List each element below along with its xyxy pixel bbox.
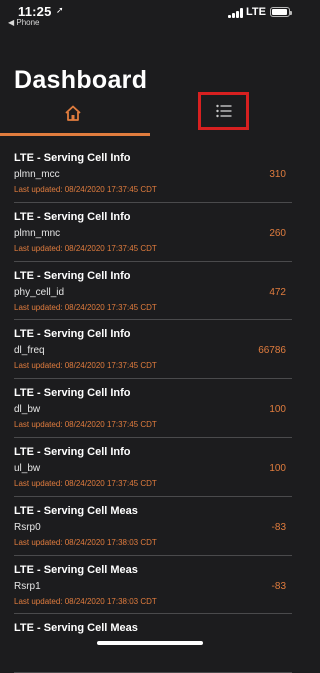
list-item[interactable]: LTE - Serving Cell Info dl_bw Last updat… [14,379,292,438]
list-item[interactable]: LTE - Serving Cell Info phy_cell_id Last… [14,262,292,321]
list-item[interactable]: LTE - Serving Cell Info dl_freq Last upd… [14,320,292,380]
list-item[interactable]: LTE - Serving Cell Info plmn_mcc Last up… [14,144,292,203]
item-title: LTE - Serving Cell Meas [14,622,138,635]
page-title: Dashboard [14,66,148,94]
list-item[interactable]: LTE - Serving Cell Info ul_bw Last updat… [14,438,292,497]
item-title: LTE - Serving Cell Info [14,210,131,223]
item-title: LTE - Serving Cell Meas [14,504,138,517]
active-tab-indicator [0,133,150,136]
item-parameter: plmn_mnc [14,227,61,239]
item-parameter: ul_bw [14,462,41,474]
parameter-list: LTE - Serving Cell Info plmn_mcc Last up… [0,144,300,673]
item-value: 100 [269,462,286,474]
item-last-updated: Last updated: 08/24/2020 17:38:03 CDT [14,596,157,606]
item-last-updated: Last updated: 08/24/2020 17:37:45 CDT [14,185,157,194]
tab-home[interactable] [0,96,150,136]
item-parameter: plmn_mcc [14,169,60,180]
item-value: 472 [269,286,286,298]
list-icon [216,104,232,118]
back-to-app-link[interactable]: ◀ Phone [8,18,40,27]
item-parameter: phy_cell_id [14,286,65,298]
status-bar: 11:25 ➚ ◀ Phone LTE [0,0,300,32]
home-icon [65,105,81,121]
list-item[interactable]: LTE - Serving Cell Meas Rsrp0 Last updat… [14,497,292,556]
item-value: 100 [269,404,286,416]
signal-strength-icon [228,8,244,18]
item-last-updated: Last updated: 08/24/2020 17:38:03 CDT [14,537,157,547]
item-value: 260 [269,227,286,239]
home-indicator[interactable] [97,641,203,645]
location-arrow-icon: ➚ [56,5,64,15]
item-last-updated: Last updated: 08/24/2020 17:37:45 CDT [14,420,157,430]
status-time: 11:25 [18,4,52,19]
item-title: LTE - Serving Cell Info [14,269,131,282]
item-last-updated: Last updated: 08/24/2020 17:37:45 CDT [14,478,157,488]
item-value: 310 [269,169,286,180]
item-value: 66786 [258,345,286,357]
item-value: -83 [271,580,286,592]
item-title: LTE - Serving Cell Info [14,445,131,458]
item-parameter: dl_bw [14,404,41,416]
list-item[interactable]: LTE - Serving Cell Info plmn_mnc Last up… [14,203,292,262]
item-title: LTE - Serving Cell Info [14,328,131,341]
item-last-updated: Last updated: 08/24/2020 17:37:45 CDT [14,361,157,371]
network-type: LTE [246,6,266,18]
battery-icon [270,7,292,17]
item-title: LTE - Serving Cell Info [14,387,131,400]
item-title: LTE - Serving Cell Meas [14,563,138,576]
item-parameter: Rsrp1 [14,580,41,592]
tab-list[interactable] [198,92,249,130]
list-item[interactable]: LTE - Serving Cell Meas Rsrp1 Last updat… [14,556,292,615]
item-parameter: Rsrp0 [14,521,41,533]
item-last-updated: Last updated: 08/24/2020 17:37:45 CDT [14,243,157,253]
item-title: LTE - Serving Cell Info [14,152,131,164]
item-parameter: dl_freq [14,345,45,357]
item-value: -83 [271,521,286,533]
item-last-updated: Last updated: 08/24/2020 17:37:45 CDT [14,302,157,312]
